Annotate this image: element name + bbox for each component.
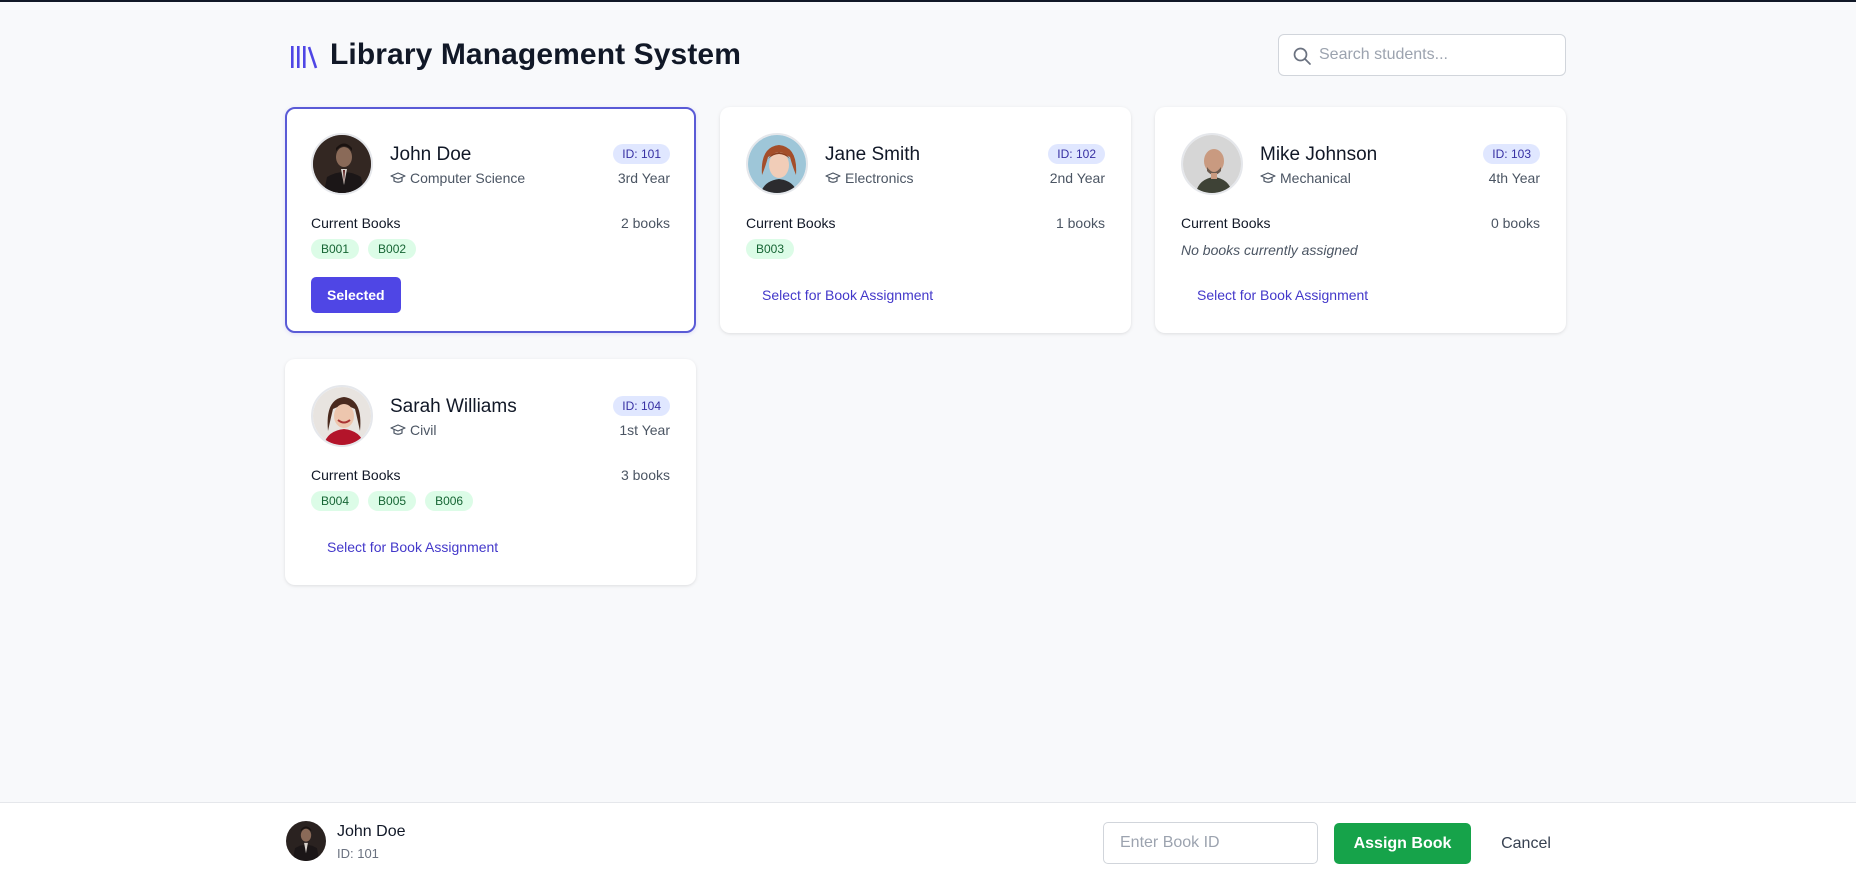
search-icon [1293, 47, 1311, 65]
student-year: 4th Year [1488, 170, 1540, 186]
book-tag: B005 [368, 491, 417, 511]
no-books-message: No books currently assigned [1181, 242, 1358, 258]
book-tag: B006 [425, 491, 474, 511]
avatar-bald-man [1183, 135, 1241, 193]
book-id-input[interactable] [1103, 822, 1318, 864]
avatar [1181, 133, 1243, 195]
select-for-assignment-button[interactable]: Select for Book Assignment [1181, 277, 1384, 313]
avatar-woman-red-hair [748, 135, 806, 193]
student-card-sarah-williams[interactable]: Sarah Williams Civil ID: 104 1st Year Cu… [285, 359, 696, 585]
student-id-badge: ID: 104 [613, 396, 670, 416]
graduation-cap-icon [825, 172, 841, 183]
window-top-border [0, 0, 1856, 2]
current-books-label: Current Books [746, 215, 836, 231]
student-department: Electronics [825, 170, 913, 186]
assign-book-button[interactable]: Assign Book [1334, 823, 1471, 864]
student-card-jane-smith[interactable]: Jane Smith Electronics ID: 102 2nd Year … [720, 107, 1131, 333]
student-id-badge: ID: 102 [1048, 144, 1105, 164]
department-label: Computer Science [410, 170, 526, 186]
selected-student-avatar [286, 821, 326, 861]
graduation-cap-icon [390, 424, 406, 435]
student-department: Mechanical [1260, 170, 1351, 186]
student-name: Mike Johnson [1260, 144, 1378, 165]
page-title: Library Management System [330, 38, 741, 71]
library-books-icon [291, 46, 318, 69]
book-tag-list: B001 B002 [311, 239, 417, 259]
department-label: Electronics [845, 170, 914, 186]
assignment-bar: John Doe ID: 101 Assign Book Cancel [0, 802, 1856, 878]
graduation-cap-icon [390, 172, 406, 183]
selected-student-name: John Doe [337, 823, 406, 840]
current-books-label: Current Books [1181, 215, 1271, 231]
books-count: 0 books [1490, 215, 1540, 231]
avatar [746, 133, 808, 195]
student-department: Civil [390, 422, 436, 438]
department-label: Mechanical [1280, 170, 1351, 186]
page-header: Library Management System [286, 33, 1566, 79]
avatar-woman-red-top [313, 387, 371, 445]
selected-student-id: ID: 101 [337, 846, 379, 861]
student-id-badge: ID: 101 [613, 144, 670, 164]
select-for-assignment-button[interactable]: Select for Book Assignment [311, 529, 514, 565]
selected-button[interactable]: Selected [311, 277, 401, 313]
books-count: 2 books [620, 215, 670, 231]
student-name: Sarah Williams [390, 396, 517, 417]
student-year: 1st Year [619, 422, 670, 438]
avatar [311, 133, 373, 195]
avatar [311, 385, 373, 447]
student-department: Computer Science [390, 170, 525, 186]
student-name: Jane Smith [825, 144, 921, 165]
student-id-badge: ID: 103 [1483, 144, 1540, 164]
student-card-mike-johnson[interactable]: Mike Johnson Mechanical ID: 103 4th Year… [1155, 107, 1566, 333]
student-card-john-doe[interactable]: John Doe Computer Science ID: 101 3rd Ye… [285, 107, 696, 333]
search-input[interactable] [1319, 36, 1555, 74]
search-box[interactable] [1278, 34, 1566, 76]
book-tag: B002 [368, 239, 417, 259]
student-name: John Doe [390, 144, 472, 165]
graduation-cap-icon [1260, 172, 1276, 183]
avatar-man-suit [286, 821, 326, 861]
book-tag: B003 [746, 239, 795, 259]
book-tag-list: B003 [746, 239, 795, 259]
book-tag: B001 [311, 239, 360, 259]
current-books-label: Current Books [311, 467, 401, 483]
book-tag-list: B004 B005 B006 [311, 491, 474, 511]
current-books-label: Current Books [311, 215, 401, 231]
books-count: 3 books [620, 467, 670, 483]
department-label: Civil [410, 422, 437, 438]
book-tag: B004 [311, 491, 360, 511]
select-for-assignment-button[interactable]: Select for Book Assignment [746, 277, 949, 313]
student-year: 2nd Year [1049, 170, 1105, 186]
books-count: 1 books [1055, 215, 1105, 231]
cancel-button[interactable]: Cancel [1487, 823, 1565, 864]
avatar-man-suit [313, 135, 371, 193]
student-year: 3rd Year [617, 170, 670, 186]
